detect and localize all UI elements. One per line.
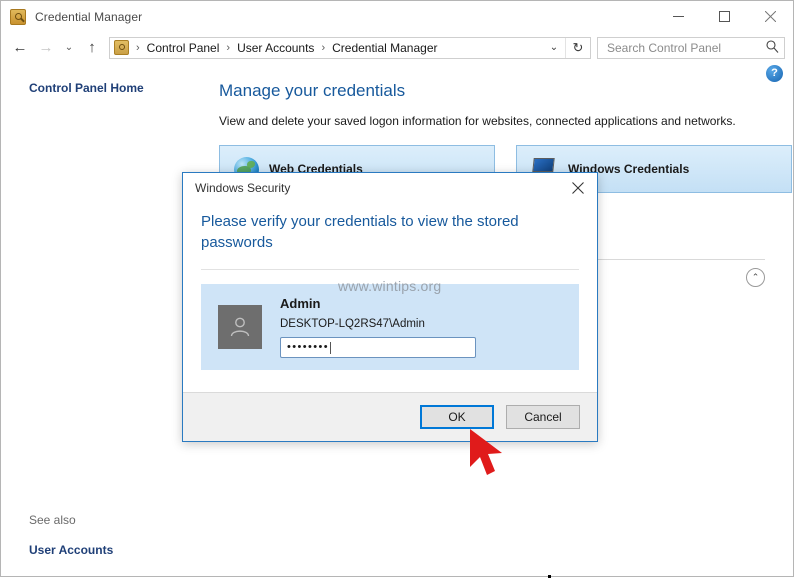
text-caret <box>330 341 332 354</box>
sidebar: Control Panel Home See also User Account… <box>1 63 191 576</box>
dialog-titlebar: Windows Security <box>183 173 597 203</box>
breadcrumb-separator-0: › <box>136 41 140 54</box>
help-icon[interactable]: ? <box>766 65 783 82</box>
refresh-icon[interactable]: ↻ <box>565 37 590 58</box>
dialog-close-icon[interactable] <box>559 174 597 202</box>
navigation-toolbar: ← → ⌄ ↑ › Control Panel › User Accounts … <box>1 32 793 63</box>
page-title: Manage your credentials <box>219 81 406 100</box>
password-field[interactable]: •••••••• <box>280 337 476 358</box>
address-bar-icon <box>114 40 129 55</box>
back-button[interactable]: ← <box>7 36 33 60</box>
forward-button: → <box>38 39 54 56</box>
breadcrumb-item-credential-manager[interactable]: Credential Manager <box>332 41 437 55</box>
cancel-button[interactable]: Cancel <box>506 405 580 429</box>
dialog-title: Windows Security <box>195 181 291 195</box>
window-titlebar: Credential Manager <box>1 1 793 32</box>
dialog-heading: Please verify your credentials to view t… <box>201 213 519 251</box>
window-title: Credential Manager <box>35 9 143 24</box>
sidebar-item-control-panel-home[interactable]: Control Panel Home <box>29 81 191 95</box>
account-qualified-name: DESKTOP-LQ2RS47\Admin <box>280 318 425 330</box>
up-button[interactable]: ↑ <box>79 36 105 60</box>
ok-button[interactable]: OK <box>420 405 494 429</box>
credential-manager-icon <box>10 8 26 25</box>
minimize-button[interactable] <box>655 1 701 32</box>
breadcrumb-separator-2: › <box>321 41 326 54</box>
see-also-section: See also User Accounts <box>29 513 113 557</box>
close-button[interactable] <box>747 1 793 32</box>
dialog-footer: OK Cancel <box>183 392 597 441</box>
window-controls <box>655 1 793 32</box>
account-display-name: Admin <box>280 296 321 311</box>
chevron-down-icon[interactable]: ⌄ <box>543 42 565 53</box>
maximize-button[interactable] <box>701 1 747 32</box>
breadcrumb-separator-1: › <box>226 41 231 54</box>
credential-fields: Admin DESKTOP-LQ2RS47\Admin •••••••• <box>280 296 476 358</box>
see-also-link-user-accounts[interactable]: User Accounts <box>29 543 113 557</box>
dialog-body: Please verify your credentials to view t… <box>183 203 597 392</box>
address-bar[interactable]: › Control Panel › User Accounts › Creden… <box>109 36 591 59</box>
recent-locations-button[interactable]: ⌄ <box>59 36 79 60</box>
windows-security-dialog: Windows Security Please verify your cred… <box>182 172 598 442</box>
breadcrumb-item-control-panel[interactable]: Control Panel <box>147 41 220 55</box>
breadcrumb-item-user-accounts[interactable]: User Accounts <box>237 41 314 55</box>
user-avatar-icon <box>218 305 262 349</box>
page-subtitle: View and delete your saved logon informa… <box>219 114 736 128</box>
password-value: •••••••• <box>287 341 330 353</box>
dialog-divider <box>201 269 579 270</box>
search-icon <box>761 39 784 56</box>
chevron-up-icon[interactable]: ⌃ <box>746 267 765 287</box>
breadcrumb: › Control Panel › User Accounts › Creden… <box>129 41 543 55</box>
credential-entry-panel: Admin DESKTOP-LQ2RS47\Admin •••••••• <box>201 284 579 370</box>
see-also-label: See also <box>29 513 76 527</box>
search-input[interactable] <box>605 39 761 56</box>
search-box[interactable] <box>597 36 785 59</box>
